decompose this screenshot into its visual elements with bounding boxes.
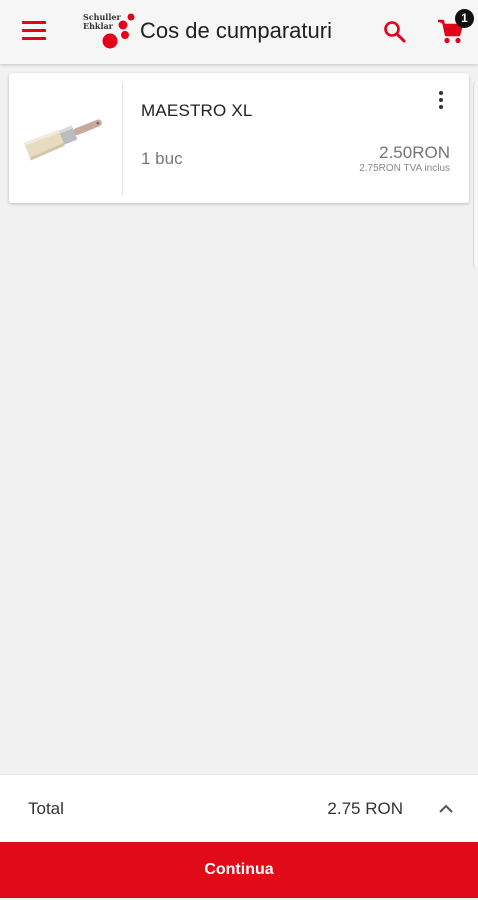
total-value: 2.75 RON: [327, 799, 403, 818]
item-price-with-vat: 2.75RON TVA inclus: [359, 163, 450, 174]
more-options-icon[interactable]: [433, 91, 449, 115]
paint-brush-icon: [23, 119, 102, 161]
item-name: MAESTRO XL: [141, 101, 253, 120]
total-label: Total: [28, 799, 64, 818]
total-summary-bar: Total 2.75 RON: [0, 774, 478, 843]
product-image: [19, 93, 111, 183]
chevron-up-icon[interactable]: [436, 799, 456, 819]
search-icon[interactable]: [382, 19, 408, 45]
item-quantity: 1 buc: [141, 149, 183, 168]
continue-button[interactable]: Continua: [0, 842, 478, 898]
menu-icon[interactable]: [22, 21, 46, 43]
app-bar: Schuller Ehklar Cos de cumparaturi 1: [0, 0, 478, 64]
brand-logo: Schuller Ehklar: [83, 11, 139, 53]
cart-item-card[interactable]: MAESTRO XL 1 buc 2.50RON 2.75RON TVA inc…: [9, 73, 469, 203]
logo-dots-icon: [102, 13, 135, 49]
side-drawer-edge[interactable]: [473, 80, 478, 270]
item-divider: [122, 83, 123, 195]
page-title: Cos de cumparaturi: [140, 18, 332, 43]
item-price: 2.50RON: [379, 143, 450, 162]
cart-count-badge: 1: [455, 9, 474, 28]
